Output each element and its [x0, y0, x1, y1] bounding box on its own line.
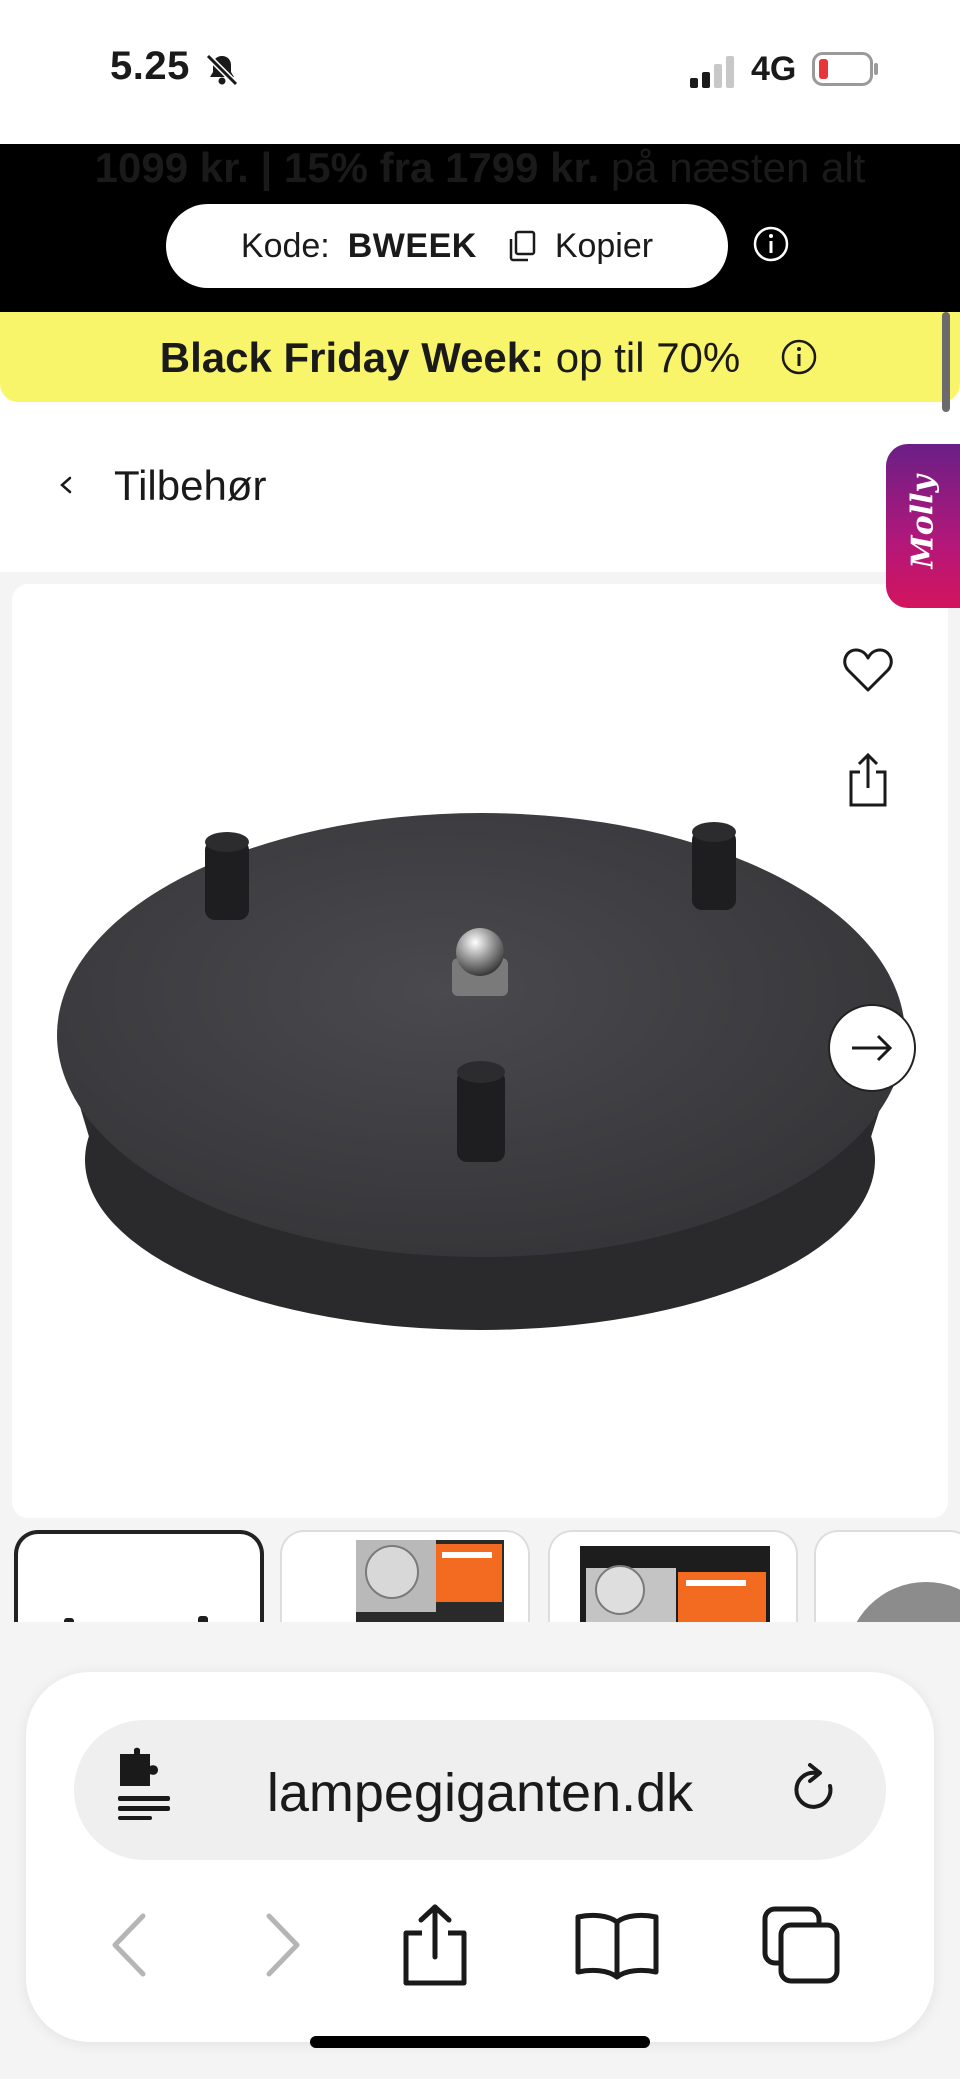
share-icon	[403, 1904, 467, 1986]
signal-icon	[690, 56, 734, 88]
arrow-right-icon	[852, 1034, 893, 1062]
black-friday-offer: op til 70%	[544, 334, 741, 381]
discount-code-pill[interactable]: Kode: BWEEK Kopier	[166, 204, 728, 288]
tabs-icon	[762, 1906, 840, 1984]
promo-price: 1099 kr. | 15% fra 1799 kr.	[94, 144, 600, 191]
home-indicator[interactable]	[310, 2036, 650, 2048]
battery-low-icon	[812, 52, 878, 86]
info-icon[interactable]	[780, 338, 818, 376]
black-friday-text: Black Friday Week: op til 70%	[0, 334, 900, 382]
status-time: 5.25	[110, 44, 190, 88]
promo-suffix: på næsten alt	[599, 144, 866, 191]
copy-label: Kopier	[554, 226, 654, 265]
next-image-button[interactable]	[828, 1004, 916, 1092]
chevron-left-icon[interactable]	[56, 470, 76, 500]
url-text[interactable]: lampegiganten.dk	[200, 1762, 760, 1824]
reload-icon[interactable]	[790, 1760, 842, 1820]
promo-text: 1099 kr. | 15% fra 1799 kr. på næsten al…	[0, 144, 960, 192]
code-value: BWEEK	[347, 226, 477, 265]
book-icon	[575, 1912, 659, 1980]
page-settings-icon[interactable]	[116, 1746, 172, 1820]
scroll-indicator[interactable]	[942, 312, 950, 412]
black-friday-title: Black Friday Week:	[159, 334, 545, 381]
bell-slash-icon	[205, 53, 239, 87]
chevron-right-icon	[266, 1913, 300, 1977]
chat-assistant-label[interactable]: Molly	[906, 475, 941, 568]
browser-share-button[interactable]	[390, 1900, 480, 1990]
code-label: Kode:	[240, 226, 330, 265]
product-image	[57, 813, 905, 1330]
network-label: 4G	[751, 50, 797, 88]
browser-bookmarks-button[interactable]	[572, 1900, 662, 1990]
browser-back-button[interactable]	[84, 1900, 174, 1990]
copy-icon	[509, 230, 536, 262]
chevron-left-icon	[112, 1913, 146, 1977]
share-icon[interactable]	[846, 752, 890, 808]
heart-icon[interactable]	[842, 646, 894, 694]
browser-forward-button[interactable]	[238, 1900, 328, 1990]
info-icon[interactable]	[752, 225, 790, 263]
browser-tabs-button[interactable]	[756, 1900, 846, 1990]
breadcrumb-category[interactable]: Tilbehør	[114, 462, 266, 510]
